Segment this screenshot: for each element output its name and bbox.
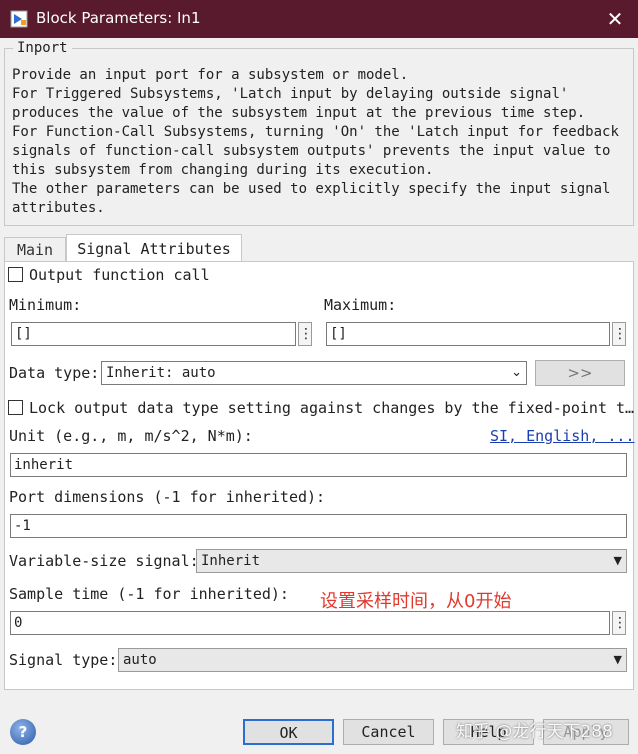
close-icon[interactable]: ✕ bbox=[604, 8, 626, 30]
signal-type-label: Signal type: bbox=[9, 651, 118, 669]
title-bar: Block Parameters: In1 ✕ bbox=[0, 0, 638, 38]
chevron-down-icon: ⌄ bbox=[511, 365, 522, 380]
lock-output-label: Lock output data type setting against ch… bbox=[29, 399, 635, 417]
sample-time-input[interactable]: 0 bbox=[10, 611, 610, 635]
tab-main[interactable]: Main bbox=[4, 237, 66, 261]
output-function-call-label: Output function call bbox=[29, 266, 210, 284]
cancel-button[interactable]: Cancel bbox=[343, 719, 434, 745]
dropdown-arrow-icon: ▼ bbox=[613, 554, 622, 567]
sample-time-ellipsis-icon[interactable]: ⋮ bbox=[612, 611, 627, 635]
minimum-label: Minimum: bbox=[9, 296, 82, 314]
watermark: 知乎 @龙行天下288 bbox=[456, 722, 613, 742]
unit-input[interactable]: inherit bbox=[10, 453, 627, 477]
maximum-input[interactable]: [] bbox=[326, 322, 610, 346]
groupbox-legend: Inport bbox=[13, 40, 72, 56]
simulink-block-icon bbox=[10, 10, 28, 28]
data-type-assistant-button[interactable]: >> bbox=[535, 360, 625, 386]
signal-type-select[interactable]: auto ▼ bbox=[118, 648, 627, 672]
unit-system-link[interactable]: SI, English, ... bbox=[490, 427, 635, 445]
sample-time-annotation: 设置采样时间，从0开始 bbox=[320, 591, 512, 612]
minimum-ellipsis-icon[interactable]: ⋮ bbox=[298, 322, 313, 346]
help-icon[interactable]: ? bbox=[10, 719, 36, 745]
maximum-ellipsis-icon[interactable]: ⋮ bbox=[612, 322, 627, 346]
dropdown-arrow-icon: ▼ bbox=[613, 653, 622, 666]
data-type-select[interactable]: Inherit: auto ⌄ bbox=[101, 361, 527, 385]
port-dimensions-input[interactable]: -1 bbox=[10, 514, 627, 538]
variable-size-value: Inherit bbox=[201, 553, 261, 569]
window-title: Block Parameters: In1 bbox=[36, 9, 201, 27]
variable-size-label: Variable-size signal: bbox=[9, 552, 199, 570]
tab-signal-attributes[interactable]: Signal Attributes bbox=[66, 234, 242, 262]
signal-type-value: auto bbox=[123, 652, 157, 668]
unit-label: Unit (e.g., m, m/s^2, N*m): bbox=[9, 427, 253, 445]
ok-button[interactable]: OK bbox=[243, 719, 334, 745]
port-dimensions-label: Port dimensions (-1 for inherited): bbox=[9, 488, 326, 506]
data-type-label: Data type: bbox=[9, 364, 100, 382]
minimum-input[interactable]: [] bbox=[11, 322, 296, 346]
sample-time-label: Sample time (-1 for inherited): bbox=[9, 585, 289, 603]
output-function-call-checkbox[interactable] bbox=[8, 267, 23, 282]
data-type-value: Inherit: auto bbox=[106, 365, 216, 381]
lock-output-checkbox[interactable] bbox=[8, 400, 23, 415]
maximum-label: Maximum: bbox=[324, 296, 397, 314]
variable-size-select[interactable]: Inherit ▼ bbox=[196, 549, 627, 573]
block-description: Provide an input port for a subsystem or… bbox=[12, 67, 619, 216]
